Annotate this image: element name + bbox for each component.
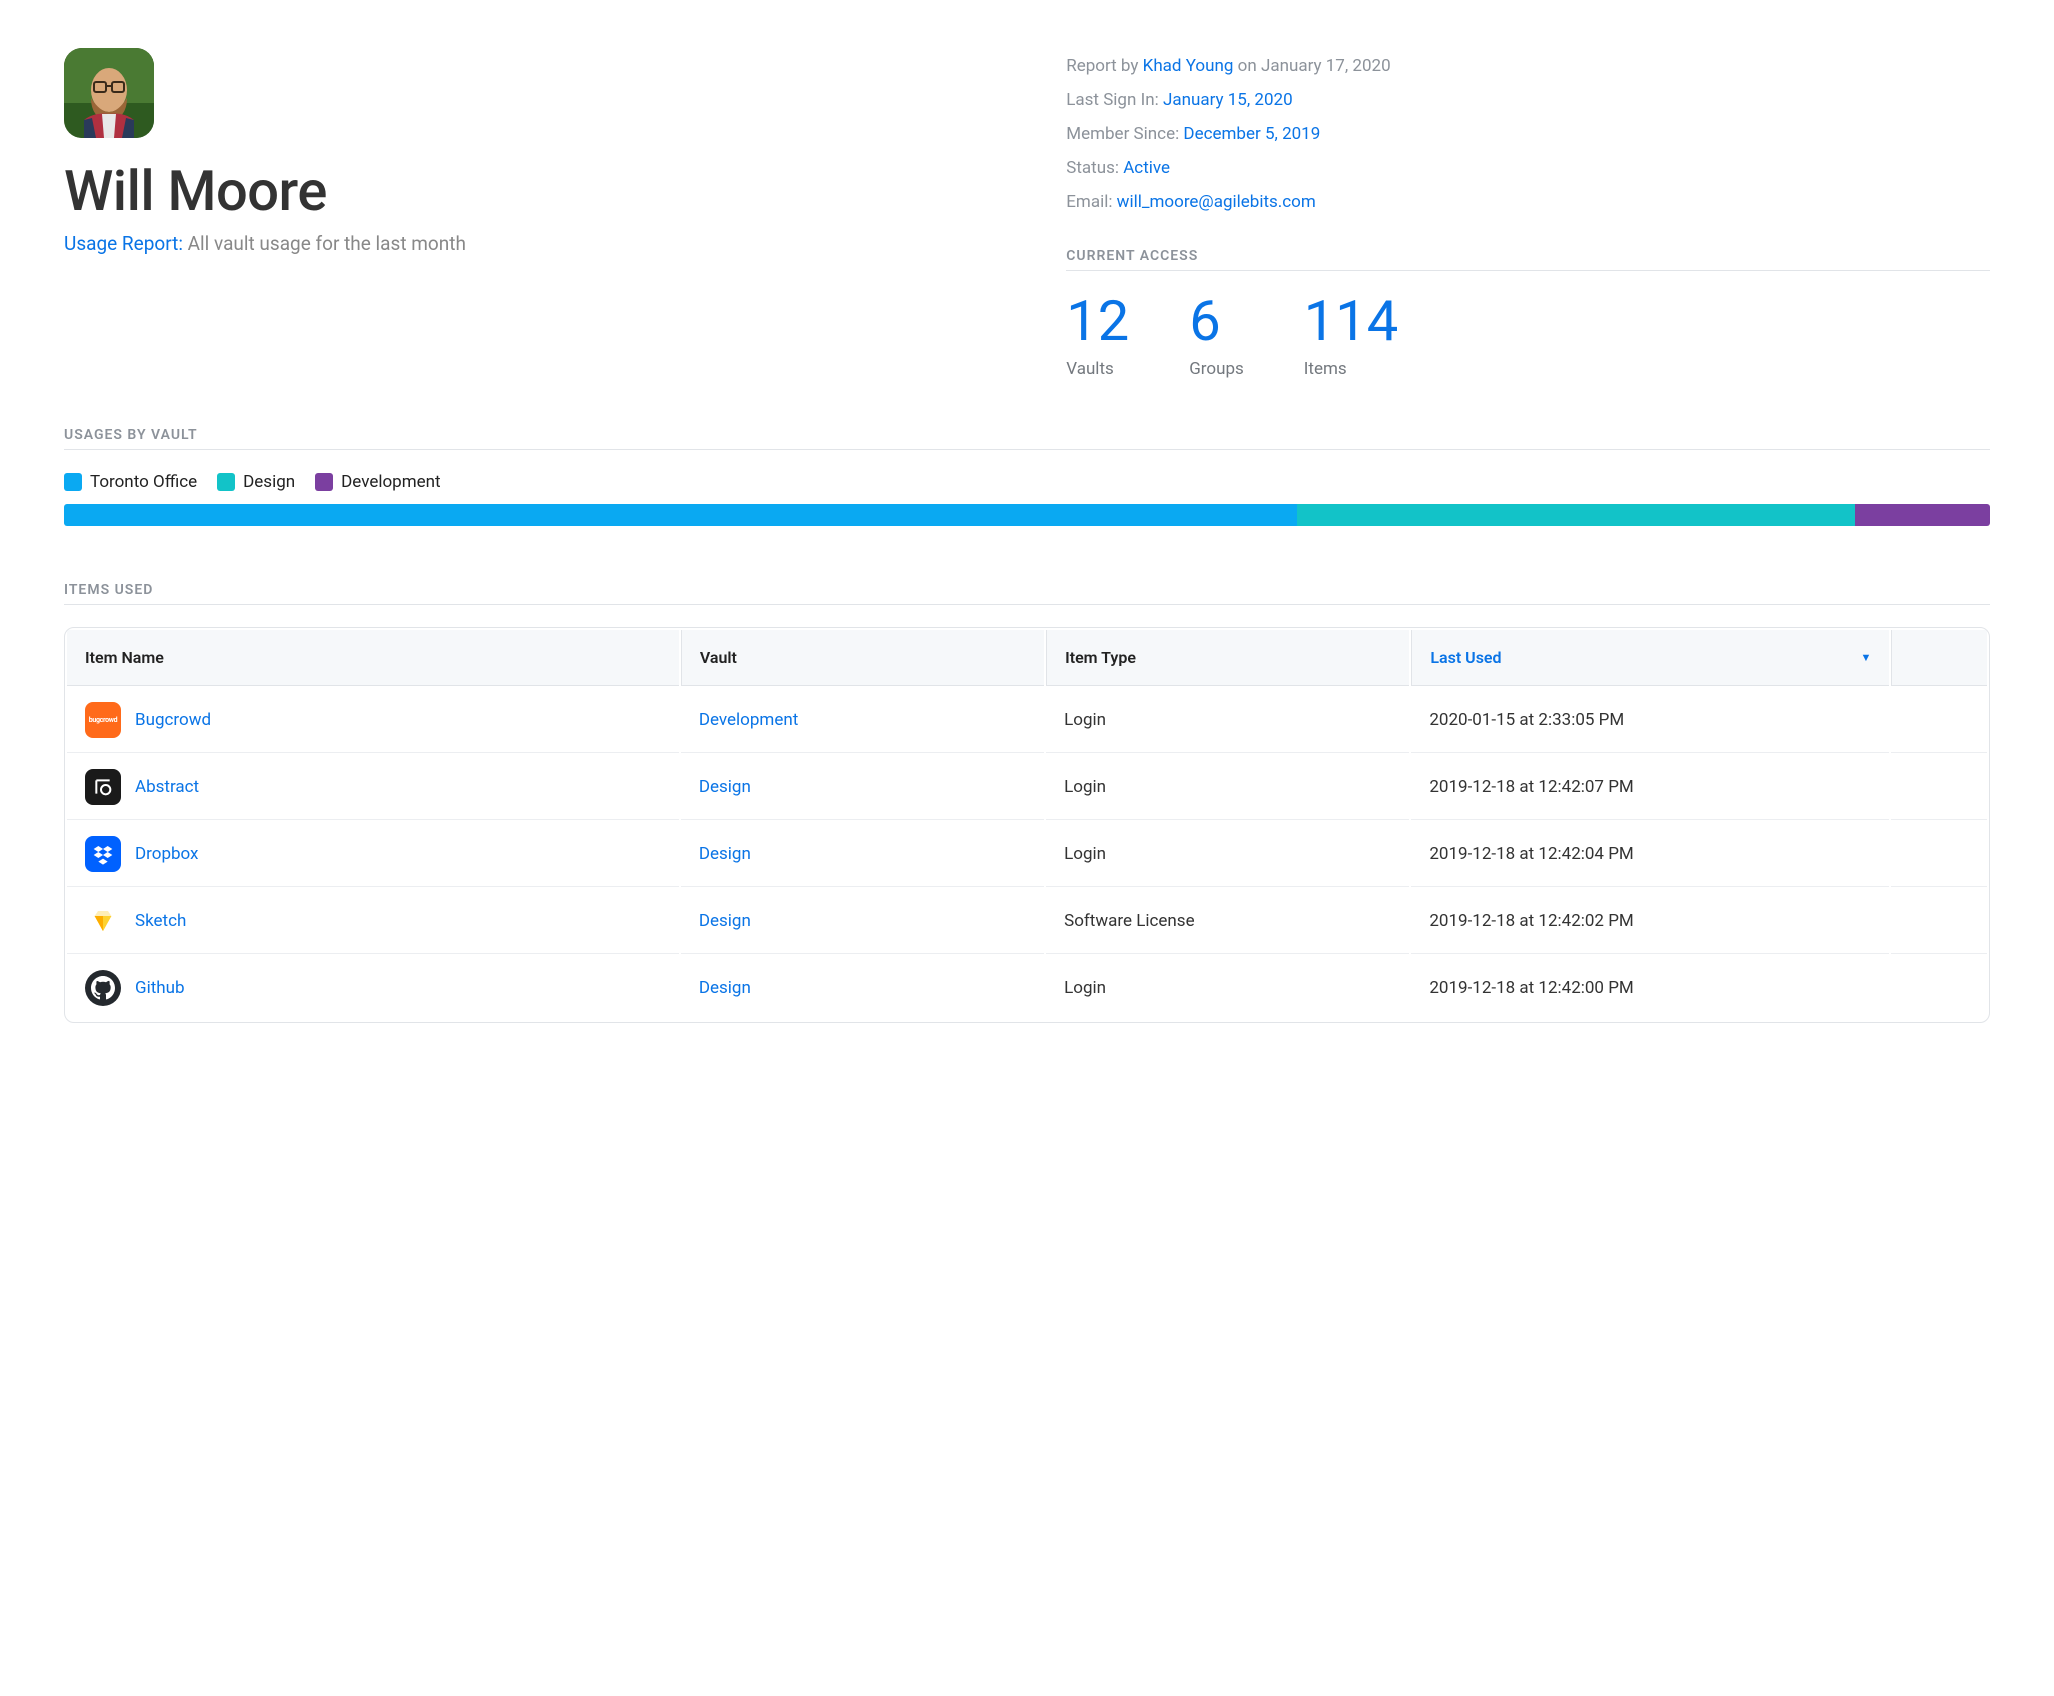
col-last-used[interactable]: Last Used ▼	[1411, 630, 1889, 686]
item-name-link[interactable]: Github	[135, 978, 185, 998]
last-used: 2019-12-18 at 12:42:02 PM	[1411, 889, 1889, 954]
usage-report-label: Usage Report:	[64, 232, 183, 255]
report-by-line: Report by Khad Young on January 17, 2020	[1066, 56, 1990, 76]
col-vault[interactable]: Vault	[681, 630, 1044, 686]
legend-label: Development	[341, 472, 440, 492]
item-name-link[interactable]: Bugcrowd	[135, 710, 211, 730]
col-item-name[interactable]: Item Name	[67, 630, 679, 686]
current-access-heading: Current Access	[1066, 248, 1990, 264]
vault-link[interactable]: Design	[699, 978, 751, 998]
items-used-heading: Items Used	[64, 582, 1990, 598]
stat-vaults-num: 12	[1066, 293, 1129, 349]
usage-report-desc: All vault usage for the last month	[188, 232, 466, 255]
last-used: 2019-12-18 at 12:42:00 PM	[1411, 956, 1889, 1020]
vault-link[interactable]: Design	[699, 911, 751, 931]
item-name-link[interactable]: Sketch	[135, 911, 186, 931]
page-title: Will Moore	[64, 158, 1026, 224]
row-actions	[1891, 688, 1987, 753]
email-line: Email: will_moore@agilebits.com	[1066, 192, 1990, 212]
legend-item: Toronto Office	[64, 472, 197, 492]
table-row[interactable]: Github Design Login2019-12-18 at 12:42:00 …	[67, 956, 1987, 1020]
item-type: Login	[1046, 956, 1409, 1020]
usage-bar-segment	[1855, 504, 1990, 526]
item-name-link[interactable]: Abstract	[135, 777, 199, 797]
usage-bar-segment	[1297, 504, 1856, 526]
last-used: 2019-12-18 at 12:42:07 PM	[1411, 755, 1889, 820]
item-name-link[interactable]: Dropbox	[135, 844, 199, 864]
abstract-icon	[85, 769, 121, 805]
table-row[interactable]: bugcrowd Bugcrowd Development Login2020-01-…	[67, 688, 1987, 753]
last-used: 2020-01-15 at 2:33:05 PM	[1411, 688, 1889, 753]
stat-groups-num: 6	[1189, 293, 1244, 349]
stat-items: 114 Items	[1304, 293, 1398, 379]
stat-vaults: 12 Vaults	[1066, 293, 1129, 379]
legend-swatch	[64, 473, 82, 491]
usages-heading: Usages by Vault	[64, 427, 1990, 443]
last-used: 2019-12-18 at 12:42:04 PM	[1411, 822, 1889, 887]
divider	[64, 604, 1990, 605]
vault-link[interactable]: Design	[699, 777, 751, 797]
dropbox-icon	[85, 836, 121, 872]
legend-swatch	[315, 473, 333, 491]
vault-link[interactable]: Development	[699, 710, 798, 730]
legend-label: Design	[243, 472, 295, 492]
legend-label: Toronto Office	[90, 472, 197, 492]
usage-bar-segment	[64, 504, 1297, 526]
row-actions	[1891, 822, 1987, 887]
member-since-value: December 5, 2019	[1183, 124, 1320, 144]
status-value: Active	[1123, 158, 1170, 178]
status-line: Status: Active	[1066, 158, 1990, 178]
vault-link[interactable]: Design	[699, 844, 751, 864]
email-value[interactable]: will_moore@agilebits.com	[1117, 192, 1316, 212]
col-item-type[interactable]: Item Type	[1046, 630, 1409, 686]
row-actions	[1891, 889, 1987, 954]
github-icon	[85, 970, 121, 1006]
usage-legend: Toronto Office Design Development	[64, 472, 1990, 492]
col-actions[interactable]	[1891, 630, 1987, 686]
item-type: Login	[1046, 688, 1409, 753]
divider	[1066, 270, 1990, 271]
table-row[interactable]: Abstract Design Login2019-12-18 at 12:42:0…	[67, 755, 1987, 820]
stat-groups: 6 Groups	[1189, 293, 1244, 379]
member-since-line: Member Since: December 5, 2019	[1066, 124, 1990, 144]
usage-bar-chart	[64, 504, 1990, 526]
report-by-value[interactable]: Khad Young	[1143, 56, 1234, 76]
stat-groups-label: Groups	[1189, 359, 1244, 379]
item-type: Login	[1046, 822, 1409, 887]
table-row[interactable]: Sketch Design Software License2019-12-18 a…	[67, 889, 1987, 954]
divider	[64, 449, 1990, 450]
item-type: Login	[1046, 755, 1409, 820]
stat-vaults-label: Vaults	[1066, 359, 1129, 379]
legend-item: Design	[217, 472, 295, 492]
item-type: Software License	[1046, 889, 1409, 954]
stat-items-num: 114	[1304, 293, 1398, 349]
items-used-table: Item Name Vault Item Type Last Used ▼ bu…	[64, 627, 1990, 1023]
last-signin-line: Last Sign In: January 15, 2020	[1066, 90, 1990, 110]
table-row[interactable]: Dropbox Design Login2019-12-18 at 12:42:04…	[67, 822, 1987, 887]
last-signin-value: January 15, 2020	[1163, 90, 1293, 110]
sketch-icon	[85, 903, 121, 939]
row-actions	[1891, 755, 1987, 820]
avatar	[64, 48, 154, 138]
legend-swatch	[217, 473, 235, 491]
page-subtitle: Usage Report: All vault usage for the la…	[64, 232, 1026, 255]
caret-down-icon: ▼	[1860, 651, 1871, 664]
row-actions	[1891, 956, 1987, 1020]
bugcrowd-icon: bugcrowd	[85, 702, 121, 738]
stat-items-label: Items	[1304, 359, 1398, 379]
legend-item: Development	[315, 472, 440, 492]
